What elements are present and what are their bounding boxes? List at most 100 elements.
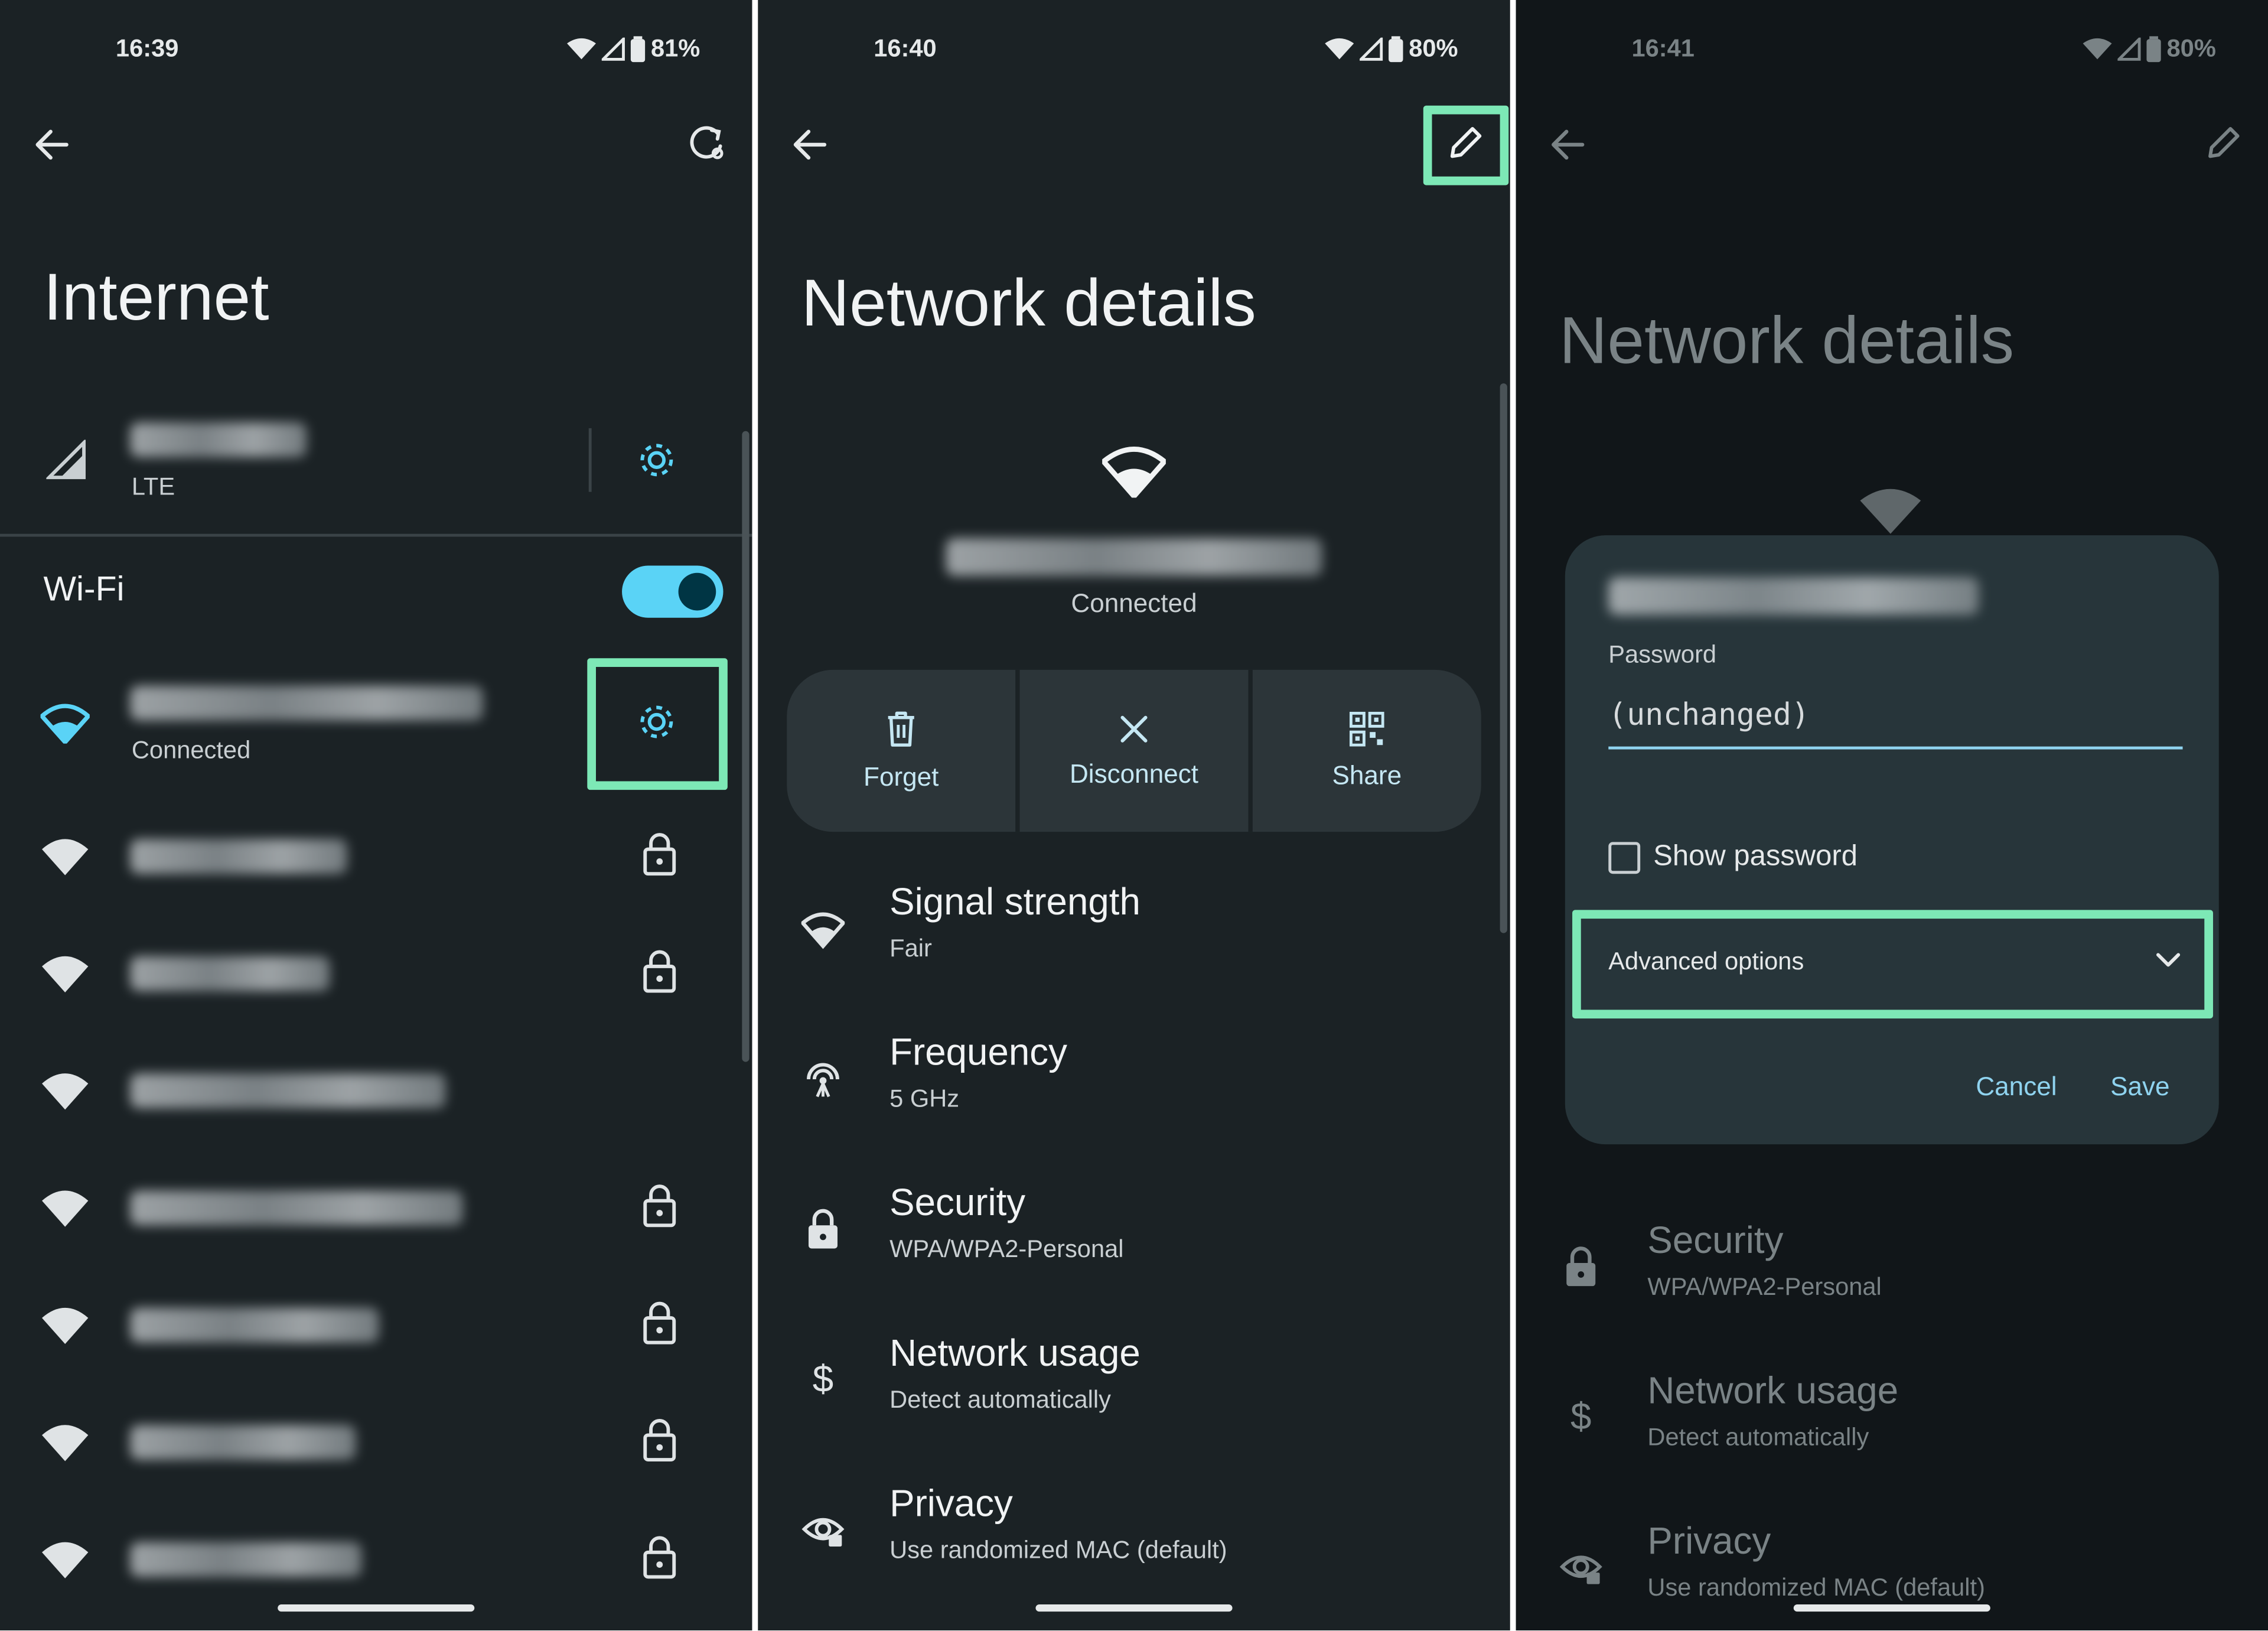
detail-network-usage[interactable]: $ Network usage Detect automatically bbox=[758, 1331, 1510, 1461]
detail-value: Detect automatically bbox=[889, 1386, 1112, 1414]
lock-icon bbox=[643, 1536, 676, 1579]
qr-code-icon bbox=[1349, 711, 1384, 746]
lock-icon bbox=[643, 833, 676, 876]
wifi-status-icon bbox=[566, 38, 596, 60]
wifi-network-row[interactable] bbox=[0, 1502, 752, 1617]
battery-icon bbox=[2146, 36, 2161, 63]
detail-heading: Signal strength bbox=[889, 879, 1140, 923]
wifi-signal-icon bbox=[1860, 489, 1921, 534]
detail-heading: Network usage bbox=[1647, 1368, 1899, 1412]
share-label: Share bbox=[1332, 760, 1402, 789]
mobile-network-row[interactable]: LTE bbox=[0, 408, 752, 530]
battery-percent: 80% bbox=[2166, 34, 2216, 63]
edit-network-dialog: Password (unchanged) Show password Advan… bbox=[1565, 535, 2219, 1145]
wifi-signal-icon bbox=[1102, 447, 1166, 498]
carrier-name-redacted bbox=[130, 422, 307, 457]
network-details-dialog-screen: 16:41 80% Network details Security WPA/W… bbox=[1516, 0, 2268, 1631]
internet-screen: 16:39 81% Internet LTE Wi-Fi Connected bbox=[0, 0, 752, 1631]
detail-frequency: Frequency 5 GHz bbox=[758, 1030, 1510, 1160]
cell-signal-icon bbox=[601, 37, 625, 61]
page-title: Network details bbox=[801, 265, 1256, 340]
wifi-status-icon bbox=[2083, 38, 2112, 60]
disconnect-button[interactable]: Disconnect bbox=[1020, 669, 1253, 832]
wifi-label: Wi-Fi bbox=[43, 569, 125, 610]
lock-icon bbox=[643, 1419, 676, 1461]
detail-heading: Frequency bbox=[889, 1030, 1067, 1074]
save-button[interactable]: Save bbox=[2110, 1072, 2169, 1102]
network-ssid-redacted bbox=[130, 685, 483, 721]
network-ssid-redacted bbox=[946, 538, 1322, 576]
connection-status: Connected bbox=[1071, 588, 1197, 618]
forget-button[interactable]: Forget bbox=[787, 669, 1020, 832]
dollar-icon: $ bbox=[1570, 1394, 1592, 1438]
detail-security: Security WPA/WPA2-Personal bbox=[1516, 1218, 2268, 1348]
battery-icon bbox=[630, 36, 646, 63]
reset-network-icon[interactable] bbox=[686, 122, 729, 165]
password-label: Password bbox=[1608, 640, 1717, 669]
network-ssid-redacted bbox=[1608, 577, 1979, 615]
cell-signal-icon bbox=[2117, 37, 2141, 61]
back-arrow-icon[interactable] bbox=[32, 125, 73, 165]
share-button[interactable]: Share bbox=[1253, 670, 1481, 832]
password-field[interactable]: (unchanged) bbox=[1608, 695, 2183, 750]
wifi-network-row[interactable] bbox=[0, 916, 752, 1031]
battery-percent: 80% bbox=[1409, 34, 1458, 63]
network-ssid-redacted bbox=[130, 1425, 356, 1460]
battery-percent: 81% bbox=[650, 34, 700, 63]
trash-icon bbox=[888, 711, 914, 746]
lock-icon bbox=[643, 1301, 676, 1344]
network-action-bar: Forget Disconnect Share bbox=[787, 669, 1481, 832]
cancel-button[interactable]: Cancel bbox=[1976, 1072, 2057, 1102]
detail-heading: Privacy bbox=[889, 1481, 1013, 1525]
lock-icon bbox=[808, 1209, 838, 1249]
detail-signal-strength: Signal strength Fair bbox=[758, 880, 1510, 1010]
wifi-network-row[interactable] bbox=[0, 1033, 752, 1149]
back-arrow-icon[interactable] bbox=[790, 125, 830, 165]
cell-signal-icon bbox=[1359, 37, 1383, 61]
detail-value: Use randomized MAC (default) bbox=[889, 1536, 1227, 1564]
frequency-antenna-icon bbox=[807, 1063, 839, 1098]
gesture-nav-bar[interactable] bbox=[1793, 1604, 1990, 1612]
disconnect-label: Disconnect bbox=[1069, 758, 1199, 788]
wifi-network-row[interactable] bbox=[0, 1385, 752, 1500]
gear-icon[interactable] bbox=[637, 440, 677, 480]
network-ssid-redacted bbox=[130, 839, 347, 874]
status-bar: 16:40 80% bbox=[758, 35, 1510, 64]
show-password-label[interactable]: Show password bbox=[1653, 841, 1858, 874]
show-password-checkbox[interactable] bbox=[1608, 842, 1641, 874]
scrollbar[interactable] bbox=[1500, 383, 1507, 933]
network-ssid-redacted bbox=[130, 1190, 463, 1226]
highlight-box-settings bbox=[587, 658, 728, 790]
close-icon bbox=[1120, 715, 1148, 742]
privacy-eye-icon bbox=[1559, 1555, 1602, 1584]
page-title: Internet bbox=[43, 259, 269, 334]
status-time: 16:41 bbox=[1631, 34, 1695, 63]
network-status: Connected bbox=[131, 736, 251, 764]
scrollbar[interactable] bbox=[742, 431, 750, 1062]
wifi-network-row[interactable] bbox=[0, 1267, 752, 1383]
lock-icon bbox=[1566, 1246, 1596, 1287]
lock-icon bbox=[643, 950, 676, 993]
network-details-screen: 16:40 80% Network details Connected Forg… bbox=[758, 0, 1510, 1631]
wifi-signal-icon bbox=[42, 1073, 89, 1110]
wifi-network-row[interactable] bbox=[0, 1150, 752, 1266]
mobile-network-type: LTE bbox=[131, 473, 175, 501]
network-ssid-redacted bbox=[130, 1542, 362, 1577]
gesture-nav-bar[interactable] bbox=[278, 1604, 475, 1612]
network-ssid-redacted bbox=[130, 1307, 379, 1343]
wifi-signal-icon bbox=[40, 704, 90, 744]
cell-signal-icon bbox=[46, 440, 86, 480]
highlight-box-advanced-options bbox=[1572, 910, 2213, 1019]
dollar-icon: $ bbox=[812, 1357, 834, 1401]
detail-heading: Security bbox=[1647, 1218, 1784, 1262]
gesture-nav-bar[interactable] bbox=[1035, 1604, 1233, 1612]
wifi-signal-icon bbox=[42, 1425, 89, 1461]
wifi-network-row[interactable] bbox=[0, 799, 752, 914]
battery-icon bbox=[1388, 36, 1403, 63]
wifi-toggle[interactable] bbox=[622, 565, 724, 618]
detail-security: Security WPA/WPA2-Personal bbox=[758, 1180, 1510, 1310]
detail-value: Fair bbox=[889, 935, 932, 962]
lock-icon bbox=[643, 1184, 676, 1228]
detail-privacy[interactable]: Privacy Use randomized MAC (default) bbox=[758, 1482, 1510, 1612]
detail-heading: Privacy bbox=[1647, 1519, 1771, 1562]
